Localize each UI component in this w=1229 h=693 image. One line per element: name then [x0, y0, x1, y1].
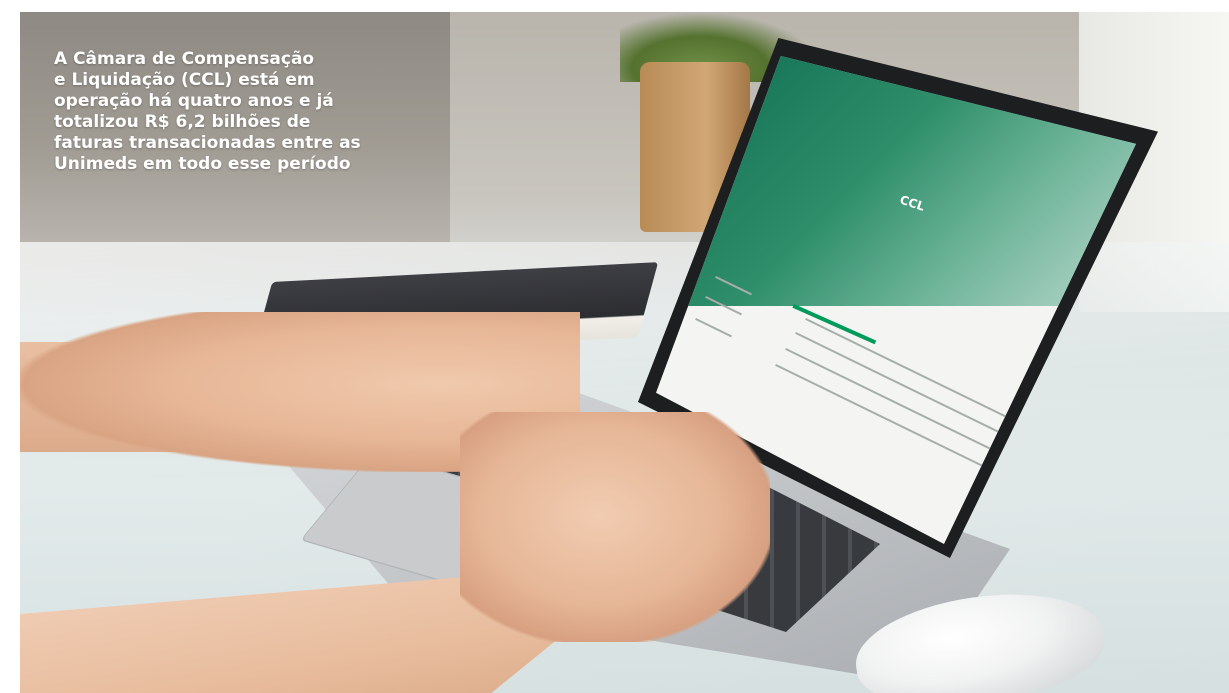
- website-text-line: [805, 318, 1022, 426]
- photo-frame: CCL A Câmara de Compensação e Liquidação…: [20, 12, 1229, 693]
- photo-caption: A Câmara de Compensação e Liquidação (CC…: [54, 49, 404, 175]
- right-hand: [460, 412, 770, 642]
- caption-line: operação há quatro anos e já: [54, 91, 334, 111]
- caption-line: faturas transacionadas entre as: [54, 133, 361, 153]
- caption-line: e Liquidação (CCL) está em: [54, 70, 315, 90]
- caption-line: A Câmara de Compensação: [54, 49, 315, 69]
- caption-line: totalizou R$ 6,2 bilhões de: [54, 112, 311, 132]
- website-sidebar-line: [695, 318, 732, 338]
- website-text-line: [775, 364, 1001, 476]
- caption-line: Unimeds em todo esse período: [54, 154, 351, 174]
- website-text-line: [795, 332, 1021, 444]
